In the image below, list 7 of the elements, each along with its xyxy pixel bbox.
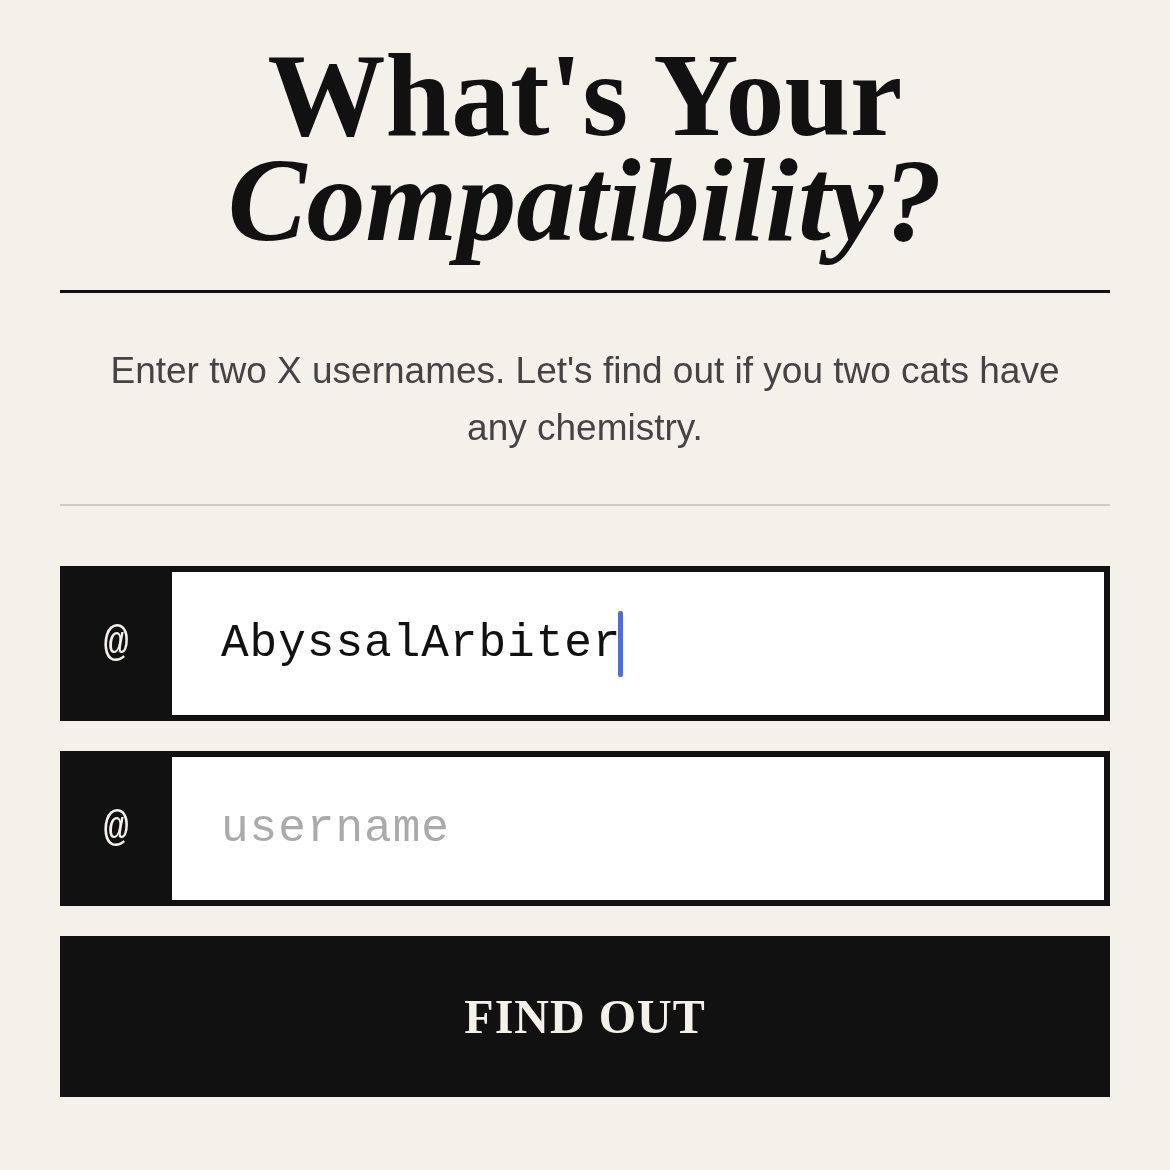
at-prefix: @ bbox=[102, 618, 130, 670]
intro-text: Enter two X usernames. Let's find out if you two cats have any chemistry. bbox=[109, 349, 1061, 450]
username-field[interactable]: @ AbyssalArbiter bbox=[60, 566, 1110, 721]
username-field[interactable]: @ username bbox=[60, 751, 1110, 906]
at-prefix: @ bbox=[102, 803, 130, 855]
find-out-button[interactable]: FIND OUT bbox=[60, 936, 1110, 1097]
page-title: What's Your Compatibility? bbox=[226, 29, 944, 268]
